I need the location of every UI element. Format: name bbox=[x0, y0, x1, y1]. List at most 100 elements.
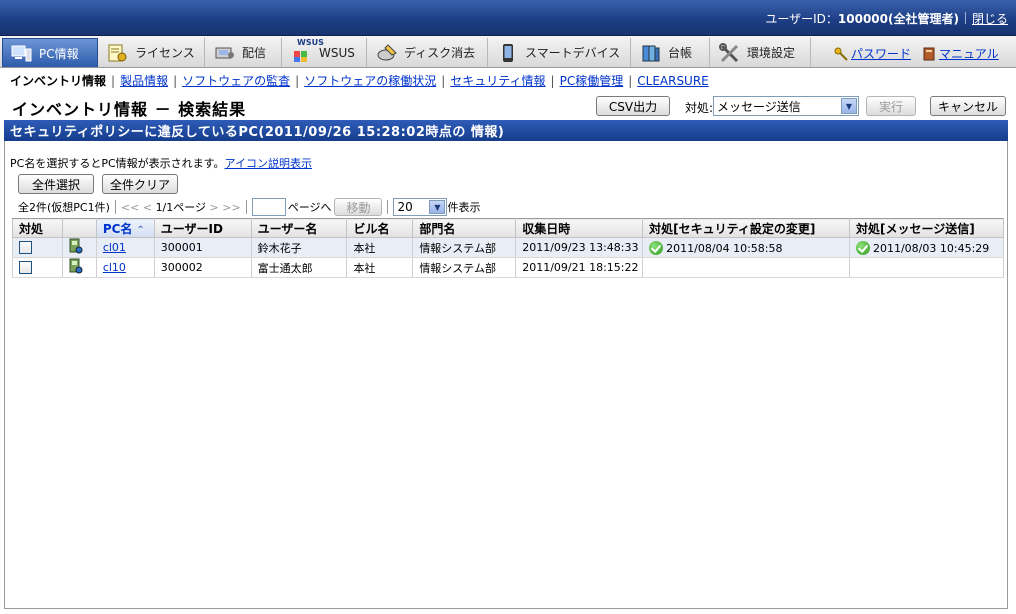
chevron-down-icon: ▼ bbox=[841, 98, 857, 114]
tab-label: 台帳 bbox=[668, 46, 693, 60]
run-button[interactable]: 実行 bbox=[866, 96, 916, 116]
first-page-button[interactable]: << bbox=[121, 201, 139, 214]
collected-at-cell: 2011/09/23 13:48:33 bbox=[515, 237, 644, 258]
building-cell: 本社 bbox=[346, 257, 414, 278]
building-cell: 本社 bbox=[346, 237, 414, 258]
move-button[interactable]: 移動 bbox=[334, 198, 383, 216]
row-checkbox[interactable] bbox=[19, 261, 32, 275]
csv-export-button[interactable]: CSV出力 bbox=[596, 96, 670, 116]
section-title-bar: セキュリティポリシーに違反しているPC(2011/09/26 15:28:02時… bbox=[4, 120, 1008, 141]
pc-name-link[interactable]: cl01 bbox=[103, 241, 126, 254]
manual-link-group[interactable]: マニュアル bbox=[922, 45, 999, 62]
per-page-select[interactable]: 20 ▼ bbox=[393, 198, 448, 216]
result-summary: 全2件(仮想PC1件) bbox=[18, 201, 110, 214]
close-link[interactable]: 閉じる bbox=[972, 12, 1008, 26]
user-name-cell: 鈴木花子 bbox=[250, 237, 348, 258]
col-header-building[interactable]: ビル名 bbox=[346, 218, 414, 238]
per-page-value: 20 bbox=[397, 200, 413, 214]
page-title: インベントリ情報 － 検索結果 bbox=[12, 100, 247, 119]
table-row: cl10 300002 富士通太郎 本社 情報システム部 2011/09/21 … bbox=[12, 257, 1005, 278]
tab-wsus[interactable]: WSUS WSUS bbox=[283, 38, 367, 67]
col-header-collected-at[interactable]: 収集日時 bbox=[515, 218, 644, 238]
tab-smart-device[interactable]: スマートデバイス bbox=[489, 38, 631, 67]
subnav-link-software-usage[interactable]: ソフトウェアの稼働状況 bbox=[304, 74, 436, 88]
message-sent-cell: 2011/08/03 10:45:29 bbox=[848, 237, 1005, 258]
collected-at-cell: 2011/09/21 18:15:22 bbox=[515, 257, 644, 278]
pagination-bar: 全2件(仮想PC1件) << < 1/1ページ > >> ページへ 移動 20 … bbox=[18, 198, 480, 216]
subnav-link-security[interactable]: セキュリティ情報 bbox=[450, 74, 545, 88]
col-header-security-change[interactable]: 対処[セキュリティ設定の変更] bbox=[642, 218, 850, 238]
password-link-group[interactable]: パスワード bbox=[834, 45, 911, 62]
next-page-button[interactable]: > bbox=[210, 201, 219, 214]
virtual-pc-icon bbox=[69, 238, 83, 257]
divider bbox=[245, 200, 247, 214]
per-page-label: 件表示 bbox=[447, 201, 481, 214]
check-circle-icon bbox=[855, 240, 870, 255]
col-header-action[interactable]: 対処 bbox=[12, 218, 63, 238]
col-header-pc-name[interactable]: PC名 ⌃ bbox=[95, 218, 155, 238]
ledger-icon bbox=[640, 43, 662, 63]
tab-ledger[interactable]: 台帳 bbox=[632, 38, 710, 67]
divider bbox=[387, 200, 389, 214]
row-checkbox[interactable] bbox=[19, 241, 32, 255]
security-change-cell bbox=[642, 257, 850, 278]
table-header-row: 対処 PC名 ⌃ ユーザーID ユーザー名 ビル名 部門名 収集日時 対処[セキュ… bbox=[12, 218, 1005, 238]
disk-erase-icon bbox=[376, 43, 398, 63]
subnav-link-products[interactable]: 製品情報 bbox=[120, 74, 168, 88]
tab-label: ライセンス bbox=[135, 46, 195, 60]
sub-navigation: インベントリ情報 | 製品情報 | ソフトウェアの監査 | ソフトウェアの稼働状況 | セキュリ… bbox=[10, 74, 709, 88]
action-select[interactable]: メッセージ送信 ▼ bbox=[713, 96, 859, 116]
col-header-department[interactable]: 部門名 bbox=[412, 218, 517, 238]
department-cell: 情報システム部 bbox=[412, 237, 517, 258]
subnav-link-clearsure[interactable]: CLEARSURE bbox=[637, 74, 709, 88]
tab-license[interactable]: ライセンス bbox=[99, 38, 205, 67]
user-id: 100000(全社管理者) bbox=[837, 12, 959, 26]
subnav-link-software-audit[interactable]: ソフトウェアの監査 bbox=[182, 74, 290, 88]
select-all-button[interactable]: 全件選択 bbox=[18, 174, 94, 194]
main-tab-bar: PC情報 ライセンス 配信 WSUS WSUS ディスク消去 スマートデバイス … bbox=[0, 36, 1016, 68]
page-number-input[interactable] bbox=[251, 198, 286, 216]
password-link[interactable]: パスワード bbox=[851, 45, 911, 62]
cancel-button[interactable]: キャンセル bbox=[930, 96, 1006, 116]
user-id-cell: 300002 bbox=[153, 257, 252, 278]
divider bbox=[114, 200, 116, 214]
message-sent-cell bbox=[848, 257, 1005, 278]
table-row: cl01 300001 鈴木花子 本社 情報システム部 2011/09/23 1… bbox=[12, 237, 1005, 258]
check-circle-icon bbox=[649, 240, 664, 255]
page-info: 1/1ページ bbox=[155, 201, 207, 214]
top-header-bar: ユーザーID：100000(全社管理者) 閉じる bbox=[0, 0, 1016, 36]
col-header-user-name[interactable]: ユーザー名 bbox=[250, 218, 348, 238]
user-label: ユーザーID： bbox=[765, 12, 838, 26]
tab-settings[interactable]: 環境設定 bbox=[711, 38, 811, 67]
manual-link[interactable]: マニュアル bbox=[939, 45, 999, 62]
col-header-user-id[interactable]: ユーザーID bbox=[153, 218, 252, 238]
last-page-button[interactable]: >> bbox=[222, 201, 240, 214]
tab-distribution[interactable]: 配信 bbox=[206, 38, 282, 67]
user-id-cell: 300001 bbox=[153, 237, 252, 258]
tab-disk-erase[interactable]: ディスク消去 bbox=[368, 38, 488, 67]
tab-label: 環境設定 bbox=[747, 46, 796, 60]
chevron-down-icon: ▼ bbox=[429, 200, 446, 214]
license-icon bbox=[107, 43, 129, 63]
clear-all-button[interactable]: 全件クリア bbox=[102, 174, 178, 194]
virtual-pc-icon bbox=[69, 258, 83, 277]
results-table: 対処 PC名 ⌃ ユーザーID ユーザー名 ビル名 部門名 収集日時 対処[セキュ… bbox=[12, 218, 1005, 278]
tab-label: WSUS bbox=[319, 45, 355, 60]
pc-info-icon bbox=[11, 43, 33, 63]
security-change-cell: 2011/08/04 10:58:58 bbox=[642, 237, 850, 258]
pc-name-link[interactable]: cl10 bbox=[103, 261, 126, 274]
tab-pc-info[interactable]: PC情報 bbox=[2, 38, 98, 67]
key-icon bbox=[834, 47, 848, 61]
subnav-link-pc-operation[interactable]: PC稼働管理 bbox=[560, 74, 624, 88]
goto-page-label: ページへ bbox=[287, 201, 332, 214]
hint-text: PC名を選択するとPC情報が表示されます。アイコン説明表示 bbox=[10, 155, 312, 171]
tab-label: スマートデバイス bbox=[525, 46, 621, 60]
col-header-message-sent[interactable]: 対処[メッセージ送信] bbox=[848, 218, 1005, 238]
col-header-pc-name-label: PC名 bbox=[102, 221, 133, 236]
distribution-icon bbox=[214, 43, 236, 63]
prev-page-button[interactable]: < bbox=[143, 201, 152, 214]
subnav-current: インベントリ情報 bbox=[10, 74, 107, 88]
tab-label: PC情報 bbox=[39, 46, 79, 61]
icon-legend-link[interactable]: アイコン説明表示 bbox=[225, 157, 312, 170]
divider bbox=[964, 12, 966, 24]
